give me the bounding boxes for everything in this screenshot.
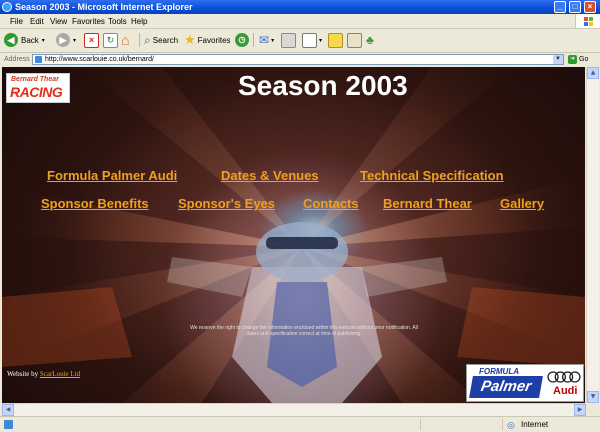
status-page-icon (4, 420, 13, 429)
credit-prefix: Website by (7, 370, 39, 378)
mail-icon: ✉ (259, 33, 270, 47)
address-input[interactable]: http://www.scarlouie.co.uk/bernard/ ▼ (32, 54, 564, 65)
search-icon: ⌕ (144, 32, 151, 47)
menu-tools[interactable]: Tools (108, 17, 127, 26)
ie-app-icon (2, 2, 12, 12)
nav-contacts[interactable]: Contacts (303, 196, 359, 211)
forward-dropdown-icon[interactable]: ▾ (73, 37, 76, 44)
toolbar: ◀ Back ▾ ▶ ▾ × ↻ ⌂ ⌕ Search ★ Favorites … (0, 29, 600, 53)
toolbar-separator (139, 33, 140, 47)
menu-edit[interactable]: Edit (30, 17, 44, 26)
zone-label: Internet (521, 420, 549, 429)
maximize-button[interactable]: □ (569, 1, 581, 13)
discuss-button[interactable] (328, 32, 343, 48)
zone-cell: ◎ Internet (502, 419, 599, 430)
forward-button[interactable]: ▶ ▾ (56, 32, 76, 48)
internet-globe-icon: ◎ (507, 420, 515, 430)
disclaimer-text: We reserve the right to change the infor… (190, 325, 418, 337)
edit-button[interactable]: ▾ (302, 32, 322, 48)
mail-button[interactable]: ✉ ▾ (259, 32, 274, 48)
history-button[interactable]: ◷ (235, 32, 249, 48)
toolbar-separator (253, 33, 254, 47)
logo-line1: Bernard Thear (11, 76, 59, 83)
go-label: Go (579, 56, 589, 63)
back-button[interactable]: ◀ Back ▾ (4, 32, 45, 48)
audi-rings-icon (547, 371, 581, 383)
scroll-up-icon[interactable]: ▲ (587, 67, 599, 79)
messenger-button[interactable]: ♣ (366, 32, 374, 48)
sponsor-formula: FORMULA (479, 367, 519, 376)
horizontal-scrollbar[interactable]: ◀ ▶ (2, 403, 586, 416)
back-arrow-icon: ◀ (4, 33, 18, 47)
website-credit: Website by ScarLouie Ltd (7, 370, 80, 378)
nav-sponsor-benefits[interactable]: Sponsor Benefits (41, 196, 149, 211)
title-bar[interactable]: Season 2003 - Microsoft Internet Explore… (0, 0, 600, 14)
page-content: Bernard Thear RACING Season 2003 Formula… (2, 67, 585, 403)
back-dropdown-icon[interactable]: ▾ (42, 37, 45, 44)
window-title: Season 2003 - Microsoft Internet Explore… (15, 2, 193, 12)
address-dropdown-icon[interactable]: ▼ (553, 55, 563, 64)
nav-formula-palmer-audi[interactable]: Formula Palmer Audi (47, 168, 177, 183)
edit-dropdown-icon[interactable]: ▾ (319, 37, 322, 44)
home-button[interactable]: ⌂ (121, 32, 129, 48)
status-bar: ◎ Internet (0, 416, 600, 432)
address-label: Address (4, 56, 30, 63)
print-icon (281, 32, 296, 48)
stop-button[interactable]: × (84, 32, 99, 48)
scroll-right-icon[interactable]: ▶ (574, 404, 586, 416)
menu-favorites[interactable]: Favorites (72, 17, 105, 26)
motion-blur-background (2, 67, 585, 403)
forward-arrow-icon: ▶ (56, 33, 70, 47)
mail-dropdown-icon[interactable]: ▾ (271, 37, 274, 44)
bernard-thear-racing-logo[interactable]: Bernard Thear RACING (6, 73, 70, 103)
page-icon (35, 56, 42, 63)
menu-file[interactable]: File (10, 17, 23, 26)
close-button[interactable]: × (584, 1, 596, 13)
search-button[interactable]: ⌕ Search (144, 32, 178, 48)
nav-technical-specification[interactable]: Technical Specification (360, 168, 504, 183)
nav-sponsors-eyes[interactable]: Sponsor's Eyes (178, 196, 275, 211)
favorites-label: Favorites (197, 35, 231, 45)
nav-gallery[interactable]: Gallery (500, 196, 544, 211)
nav-bernard-thear[interactable]: Bernard Thear (383, 196, 472, 211)
browser-window: Season 2003 - Microsoft Internet Explore… (0, 0, 600, 432)
status-cell (420, 419, 501, 430)
menu-help[interactable]: Help (131, 17, 147, 26)
refresh-icon: ↻ (103, 32, 118, 48)
back-label: Back (21, 35, 39, 45)
research-button[interactable] (347, 32, 362, 48)
research-icon (347, 32, 362, 48)
print-button[interactable] (281, 32, 296, 48)
refresh-button[interactable]: ↻ (103, 32, 118, 48)
windows-logo-icon (575, 14, 600, 28)
credit-link[interactable]: ScarLouie Ltd (40, 370, 80, 378)
scroll-down-icon[interactable]: ▼ (587, 391, 599, 403)
home-icon: ⌂ (121, 32, 130, 48)
vertical-scrollbar[interactable]: ▲ ▼ (586, 67, 599, 403)
favorites-star-icon: ★ (184, 32, 196, 47)
formula-palmer-audi-logo[interactable]: FORMULA Palmer Audi (466, 364, 584, 402)
edit-page-icon (302, 32, 317, 48)
sponsor-audi: Audi (553, 385, 578, 397)
page-heading: Season 2003 (238, 70, 408, 101)
go-button[interactable]: ➜ Go (568, 55, 588, 64)
minimize-button[interactable]: _ (554, 1, 566, 13)
discuss-icon (328, 32, 343, 48)
nav-dates-venues[interactable]: Dates & Venues (221, 168, 319, 183)
menu-bar: File Edit View Favorites Tools Help (0, 14, 600, 29)
menu-view[interactable]: View (50, 17, 67, 26)
search-label: Search (152, 35, 179, 45)
history-icon: ◷ (235, 33, 249, 47)
address-url[interactable]: http://www.scarlouie.co.uk/bernard/ (45, 56, 154, 63)
scroll-left-icon[interactable]: ◀ (2, 404, 14, 416)
go-arrow-icon: ➜ (568, 55, 577, 64)
stop-icon: × (84, 32, 99, 48)
favorites-button[interactable]: ★ Favorites (184, 32, 231, 48)
logo-line2: RACING (10, 84, 63, 100)
sponsor-palmer: Palmer (469, 376, 543, 398)
address-bar: Address http://www.scarlouie.co.uk/berna… (0, 53, 600, 66)
messenger-icon: ♣ (366, 33, 374, 47)
